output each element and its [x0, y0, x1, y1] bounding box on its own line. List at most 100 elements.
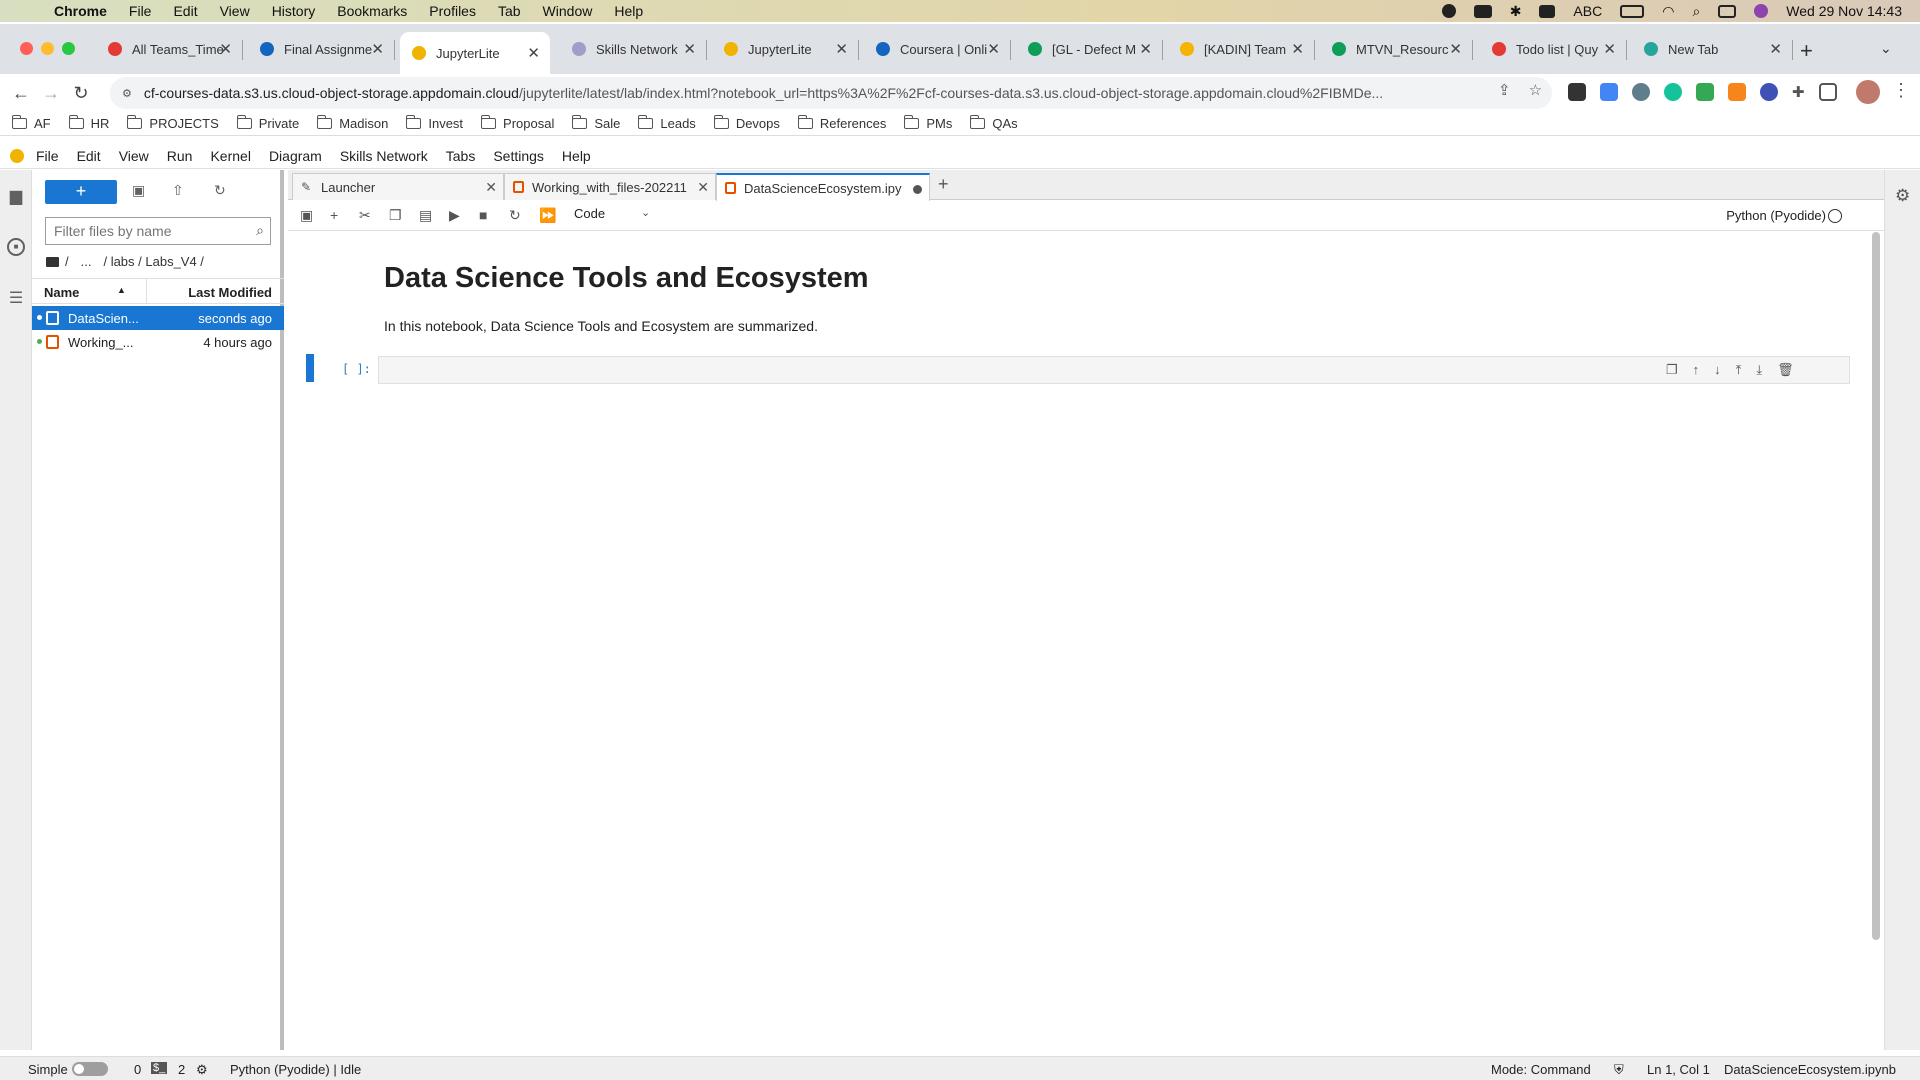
bookmark-folder[interactable]: QAs — [970, 115, 1018, 131]
doc-tab-launcher[interactable]: ✎ Launcher ✕ — [292, 173, 504, 200]
close-tab-icon[interactable]: ✕ — [527, 44, 540, 62]
browser-tab[interactable]: New Tab ✕ — [1632, 30, 1793, 68]
new-folder-icon[interactable]: ▣ — [132, 182, 145, 199]
bookmark-folder[interactable]: Private — [236, 115, 299, 131]
bookmark-folder[interactable]: Proposal — [481, 115, 554, 131]
bookmark-folder[interactable]: Devops — [713, 115, 780, 131]
browser-tab[interactable]: Final Assignme ✕ — [248, 30, 395, 68]
insert-below-icon[interactable]: ⤓ — [1756, 362, 1762, 378]
chrome-menu-kebab-icon[interactable]: ⋮ — [1892, 80, 1910, 101]
sort-ascending-icon[interactable]: ▲ — [117, 285, 126, 295]
metamask-fox-icon[interactable] — [1728, 83, 1746, 101]
forward-arrow-icon[interactable]: → — [36, 83, 66, 104]
close-tab-icon[interactable]: ✕ — [683, 40, 696, 58]
browser-tab[interactable]: JupyterLite ✕ — [400, 32, 550, 74]
jupyter-menu-help[interactable]: Help — [562, 148, 591, 164]
terminal-count[interactable]: 0 — [134, 1062, 141, 1077]
unsaved-dot-icon[interactable] — [913, 185, 922, 194]
bookmark-folder[interactable]: Leads — [638, 115, 696, 131]
jupyter-menu-run[interactable]: Run — [167, 148, 193, 164]
browser-tab[interactable]: [KADIN] Team ✕ — [1168, 30, 1315, 68]
keyboard-a-icon[interactable] — [1539, 4, 1556, 18]
profile-avatar[interactable] — [1856, 80, 1880, 104]
kernel-name[interactable]: Python (Pyodide) — [1726, 208, 1826, 223]
side-panel-icon[interactable] — [1818, 83, 1837, 101]
browser-tab[interactable]: Skills Network ✕ — [560, 30, 707, 68]
simple-mode-toggle[interactable] — [72, 1062, 108, 1076]
browser-tab[interactable]: Todo list | Quy ✕ — [1480, 30, 1627, 68]
reload-icon[interactable]: ↻ — [66, 83, 96, 104]
move-down-arrow-icon[interactable]: ↓ — [1714, 362, 1721, 378]
site-info-icon[interactable]: ⚙ — [122, 87, 132, 100]
jupyter-menu-view[interactable]: View — [119, 148, 149, 164]
bookmark-folder[interactable]: HR — [68, 115, 109, 131]
jupyter-menu-file[interactable]: File — [36, 148, 59, 164]
refresh-icon[interactable]: ↻ — [214, 182, 226, 199]
jupyter-menu-edit[interactable]: Edit — [77, 148, 101, 164]
jupyter-menu-tabs[interactable]: Tabs — [446, 148, 476, 164]
home-folder-icon[interactable] — [46, 256, 59, 267]
new-tab-plus-icon[interactable]: + — [1800, 38, 1813, 64]
bookmark-star-icon[interactable]: ☆ — [1529, 81, 1542, 99]
bluetooth-icon[interactable]: ✱ — [1510, 3, 1522, 20]
new-launcher-button[interactable]: + — [45, 180, 117, 204]
bookmark-folder[interactable]: PMs — [904, 115, 952, 131]
close-tab-icon[interactable]: ✕ — [219, 40, 232, 58]
breadcrumb-ellipsis[interactable]: ... — [81, 254, 92, 269]
insert-above-icon[interactable]: ⤒ — [1736, 362, 1742, 378]
close-tab-icon[interactable]: ✕ — [1769, 40, 1782, 58]
minimize-window-button[interactable] — [41, 42, 54, 55]
fast-forward-icon[interactable]: ⏩ — [539, 207, 556, 224]
kernel-count[interactable]: 2 — [178, 1062, 185, 1077]
interrupt-stop-icon[interactable]: ■ — [479, 207, 487, 223]
table-of-contents-icon[interactable]: ☰ — [7, 288, 25, 307]
close-tab-icon[interactable]: ✕ — [697, 179, 709, 196]
cursor-position[interactable]: Ln 1, Col 1 — [1647, 1062, 1710, 1077]
display-icon[interactable] — [1473, 4, 1492, 18]
column-modified-header[interactable]: Last Modified — [188, 285, 272, 300]
running-kernels-stop-icon[interactable]: ■ — [7, 238, 25, 256]
kernel-gear-icon[interactable]: ⚙ — [196, 1062, 208, 1078]
duplicate-cell-icon[interactable]: ❐ — [1666, 362, 1678, 378]
paste-clipboard-icon[interactable]: ▤ — [419, 207, 432, 224]
close-tab-icon[interactable]: ✕ — [835, 40, 848, 58]
jupyter-menu-settings[interactable]: Settings — [493, 148, 544, 164]
extension-rocket-icon[interactable] — [1760, 83, 1778, 101]
close-tab-icon[interactable]: ✕ — [1603, 40, 1616, 58]
column-name-header[interactable]: Name — [44, 285, 79, 300]
macos-menu-window[interactable]: Window — [543, 3, 593, 19]
browser-tab[interactable]: Coursera | Onli ✕ — [864, 30, 1011, 68]
tab-search-chevron-icon[interactable]: ⌄ — [1880, 40, 1892, 57]
jupyter-menu-diagram[interactable]: Diagram — [269, 148, 322, 164]
google-translate-icon[interactable] — [1600, 83, 1618, 101]
close-tab-icon[interactable]: ✕ — [371, 40, 384, 58]
bookmark-folder[interactable]: Sale — [572, 115, 620, 131]
macos-menu-edit[interactable]: Edit — [173, 3, 197, 19]
close-tab-icon[interactable]: ✕ — [1449, 40, 1462, 58]
extensions-puzzle-icon[interactable]: ✚ — [1792, 83, 1805, 101]
cell-type-select[interactable]: Code ⌄ — [574, 206, 654, 221]
cut-scissors-icon[interactable]: ✂ — [359, 207, 371, 224]
filter-files-input[interactable]: Filter files by name ⌕ — [45, 217, 271, 245]
bookmark-folder[interactable]: AF — [12, 115, 51, 131]
clock-datetime[interactable]: Wed 29 Nov 14:43 — [1786, 3, 1902, 19]
macos-menu-bookmarks[interactable]: Bookmarks — [337, 3, 407, 19]
doc-tab-datascience-ecosystem[interactable]: DataScienceEcosystem.ipy — [716, 173, 930, 201]
run-play-icon[interactable]: ▶ — [449, 207, 460, 224]
breadcrumb-root[interactable]: / — [65, 254, 69, 269]
property-inspector-gear-icon[interactable]: ⚙ — [1895, 186, 1910, 206]
share-icon[interactable]: ⇪ — [1498, 81, 1511, 99]
spotlight-icon[interactable]: ⌕ — [1692, 3, 1700, 20]
macos-app-name[interactable]: Chrome — [54, 3, 107, 19]
macos-menu-tab[interactable]: Tab — [498, 3, 521, 19]
macos-menu-history[interactable]: History — [272, 3, 316, 19]
wifi-icon[interactable]: ◠ — [1662, 3, 1674, 20]
macos-menu-profiles[interactable]: Profiles — [429, 3, 476, 19]
copy-icon[interactable]: ❐ — [389, 207, 402, 224]
creative-cloud-icon[interactable] — [1441, 4, 1456, 18]
grammarly-icon[interactable] — [1664, 83, 1682, 101]
notebook-scrollbar[interactable] — [1872, 232, 1880, 940]
bookmark-folder[interactable]: Invest — [406, 115, 463, 131]
kernel-status[interactable]: Python (Pyodide) | Idle — [230, 1062, 361, 1077]
control-center-icon[interactable] — [1718, 4, 1737, 18]
